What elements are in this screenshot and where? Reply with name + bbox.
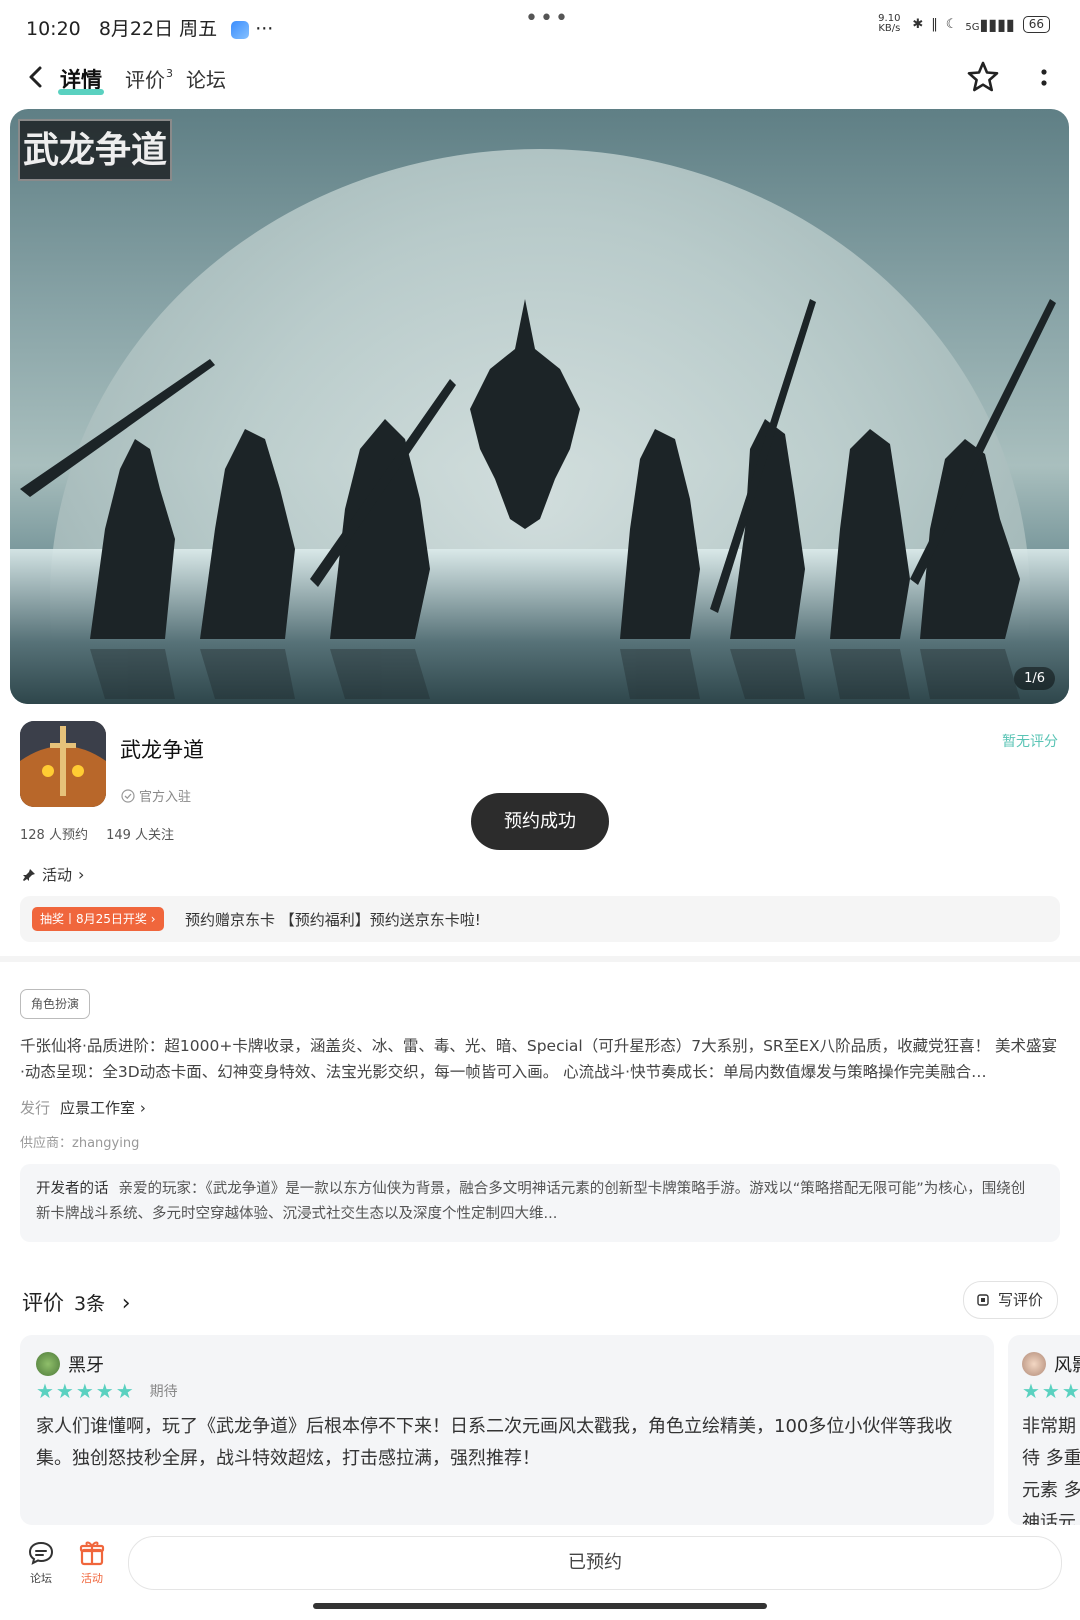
edit-icon [977,1294,989,1306]
bottom-nav-activity[interactable]: 活动 [70,1539,114,1586]
promo-text: 预约赠京东卡 【预约福利】预约送京东卡啦! [185,911,481,929]
more-options-button[interactable] [1038,62,1050,94]
promo-banner[interactable]: 抽奖丨8月25日开奖 › 预约赠京东卡 【预约福利】预约送京东卡啦! [20,896,1060,942]
review-stars: ★★★ [1022,1379,1080,1403]
review-username: 风影 [1054,1355,1080,1376]
status-time-date: 10:20 8月22日 周五 ··· [26,14,273,41]
review-stars: ★★★★★ [36,1379,136,1403]
status-bar: 10:20 8月22日 周五 ··· ••• 9.10 KB/s ✱ ‖ ☾ 5… [0,0,1080,50]
write-review-button[interactable]: 写评价 [962,1281,1058,1319]
status-time: 10:20 [26,18,81,40]
publisher-name: 应景工作室 [60,1099,136,1117]
favorite-button[interactable] [966,60,1000,94]
review-card[interactable]: 风影 ★★★ 非常期待 多重元素 多神话元 战斗自由 [1008,1335,1080,1525]
hero-silhouettes [20,299,1056,699]
tab-underline [58,89,104,95]
game-logo: 武龙争道 [18,119,172,181]
gift-icon [79,1541,105,1566]
activity-link[interactable]: 活动 › [22,864,84,885]
review-username: 黑牙 [68,1355,104,1376]
tab-reviews[interactable]: 评价3 [125,64,173,93]
section-divider [0,956,1080,962]
developer-note[interactable]: 开发者的话 亲爱的玩家：《武龙争道》是一款以东方仙侠为背景，融合多文明神话元素的创… [20,1164,1060,1242]
app-icon [20,721,106,807]
window-handle-dots[interactable]: ••• [525,6,570,31]
status-icons: 9.10 KB/s ✱ ‖ ☾ 5G▮▮▮▮ 66 [874,14,1050,34]
battery-icon: 66 [1022,15,1050,33]
chevron-right-icon: › [78,865,85,884]
follower-count: 149 人关注 [106,828,175,843]
avatar [1022,1352,1046,1376]
review-text: 非常期待 多重元素 多神话元 战斗自由 [1022,1416,1080,1525]
genre-tag[interactable]: 角色扮演 [20,989,91,1019]
rating-status: 暂无评分 [1002,734,1058,750]
official-badge: 官方入驻 [121,786,191,805]
chevron-right-icon: › [121,1291,131,1316]
reservation-count: 128 人预约 [20,828,88,843]
signal-icon: 5G▮▮▮▮ [965,14,1015,34]
net-speed: 9.10 KB/s [878,13,901,34]
status-more: ··· [255,18,274,40]
hero-banner[interactable]: 武龙争道 1/6 [10,109,1069,704]
review-user: 黑牙 [36,1351,104,1377]
app-name: 武龙争道 [120,738,204,762]
moon-icon: ☾ [945,16,958,32]
chevron-left-icon [29,66,42,88]
tab-reviews-badge: 3 [166,67,173,80]
app-icon-art [20,721,106,807]
status-date: 8月22日 周五 [98,18,218,40]
review-text: 家人们谁懂啊，玩了《武龙争道》后根本停不下来！日系二次元画风太戳我，角色立绘精美… [36,1416,953,1469]
chevron-right-icon: › [139,1099,146,1117]
tab-forum[interactable]: 论坛 [186,64,226,93]
vibrate-icon: ‖ [931,16,938,32]
review-count: 3条 [74,1293,106,1315]
reserved-button[interactable]: 已预约 [128,1536,1062,1590]
avatar [36,1352,60,1376]
page-indicator: 1/6 [1014,667,1055,690]
game-description[interactable]: 千张仙将·品质进阶：超1000+卡牌收录，涵盖炎、冰、雷、毒、光、暗、Speci… [20,1033,1060,1085]
publisher-row[interactable]: 发行 应景工作室 › [20,1097,146,1118]
review-card[interactable]: 黑牙 ★★★★★ 期待 家人们谁懂啊，玩了《武龙争道》后根本停不下来！日系二次元… [20,1335,994,1525]
toast-reservation-success: 预约成功 [471,793,609,850]
developer-note-label: 开发者的话 [36,1181,109,1197]
top-nav: 详情 评价3 论坛 [0,52,1080,108]
bluetooth-icon: ✱ [912,16,924,32]
star-outline-icon [967,61,999,92]
pin-icon [23,868,35,881]
app-notification-icon [231,20,250,39]
review-tag: 期待 [149,1384,178,1400]
supplier-info: 供应商：zhangying [20,1136,140,1151]
chat-bubble-icon [28,1541,54,1565]
verified-icon [121,788,135,803]
back-button[interactable] [22,60,50,94]
app-stats: 128 人预约 149 人关注 [20,824,188,843]
developer-note-text: 亲爱的玩家：《武龙争道》是一款以东方仙侠为背景，融合多文明神话元素的创新型卡牌策… [36,1181,1026,1222]
home-indicator[interactable] [313,1603,767,1609]
reviews-header[interactable]: 评价 3条 › [22,1287,131,1317]
bottom-nav-forum[interactable]: 论坛 [19,1539,63,1586]
lottery-tag: 抽奖丨8月25日开奖 › [32,907,164,931]
more-vertical-icon [1041,69,1047,86]
